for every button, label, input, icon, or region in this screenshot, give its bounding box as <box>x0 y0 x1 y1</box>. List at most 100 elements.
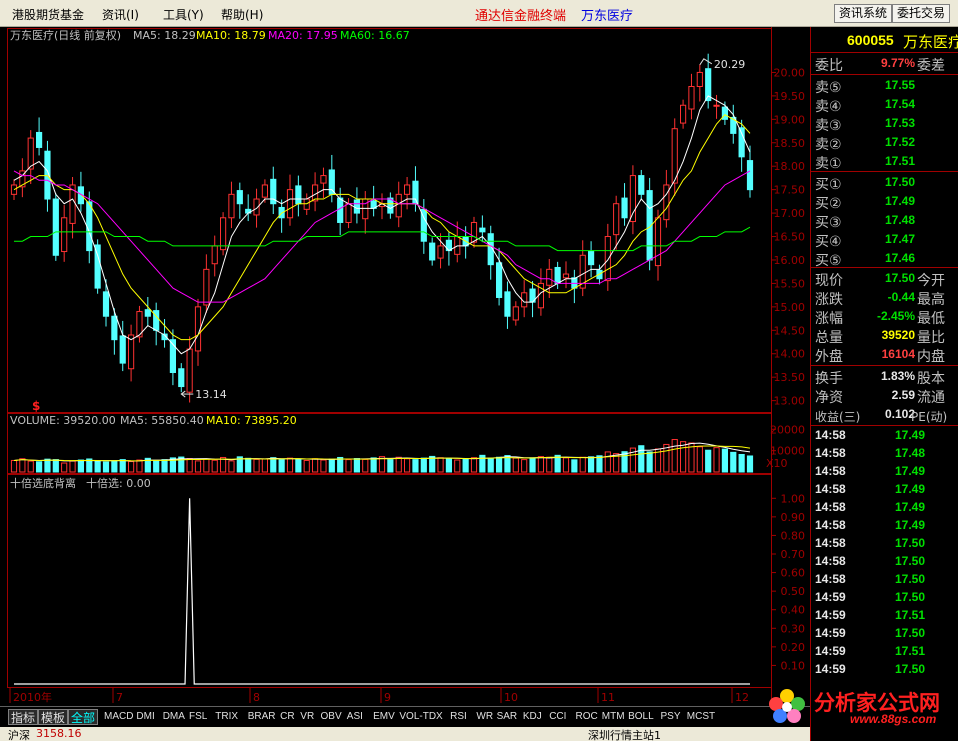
menu-info[interactable]: 资讯(I) <box>102 6 139 23</box>
status-bar: 沪深 3158.16 深圳行情主站1 <box>0 727 810 741</box>
tab-templates[interactable]: 模板 <box>38 709 69 725</box>
tab-vol-tdx[interactable]: VOL-TDX <box>399 709 442 725</box>
tab-roc[interactable]: ROC <box>576 709 598 725</box>
tab-obv[interactable]: OBV <box>321 709 342 725</box>
menu-bar: 港股期货基金 资讯(I) 工具(Y) 帮助(H) 通达信金融终端 万东医疗 资讯… <box>0 0 958 27</box>
tab-mcst[interactable]: MCST <box>687 709 715 725</box>
trade-button[interactable]: 委托交易 <box>892 4 951 23</box>
menu-hk-futures[interactable]: 港股期货基金 <box>12 6 84 23</box>
tick-price: 17.49 <box>895 482 926 496</box>
volume-bar <box>52 459 59 473</box>
tab-kdj[interactable]: KDJ <box>523 709 542 725</box>
tab-sar[interactable]: SAR <box>497 709 518 725</box>
tick-time: 14:58 <box>815 518 846 532</box>
chart-area[interactable]: 万东医疗(日线 前复权) MA5: 18.29 MA10: 18.79 MA20… <box>0 27 810 706</box>
tab-boll[interactable]: BOLL <box>628 709 654 725</box>
info-system-button[interactable]: 资讯系统 <box>834 4 893 23</box>
tick-time: 14:59 <box>815 608 846 622</box>
menu-help[interactable]: 帮助(H) <box>221 6 263 23</box>
y-tick-label: 19.00 <box>774 113 806 126</box>
sell-level-price: 17.55 <box>884 78 915 92</box>
sell-level-price: 17.52 <box>884 135 915 149</box>
volume-bar <box>69 460 76 473</box>
tab-indicators[interactable]: 指标 <box>8 709 39 725</box>
kline-y-axis: 20.00 19.50 19.00 18.50 18.00 17.50 17.00 16.50… <box>771 66 806 408</box>
volume-bar <box>245 457 252 473</box>
stat-label: 总量 <box>815 330 843 346</box>
tab-wr[interactable]: WR <box>476 709 493 725</box>
watermark-logo: 分析家公式网 www.88gs.com <box>762 684 958 728</box>
buy-level-price: 17.46 <box>884 251 915 265</box>
menu-tools[interactable]: 工具(Y) <box>163 6 204 23</box>
tab-cr[interactable]: CR <box>280 709 294 725</box>
stat2-value: 1.83% <box>880 369 915 383</box>
volume-bar <box>61 462 68 473</box>
candle-down <box>621 197 628 219</box>
stat-row: 涨跌 -0.44 最高 <box>811 288 958 308</box>
tick-price: 17.49 <box>895 428 926 442</box>
tick-price: 17.49 <box>895 500 926 514</box>
volume-bar <box>328 458 335 473</box>
tick-row: 14:59 17.50 <box>811 589 958 607</box>
tick-row: 14:58 17.49 <box>811 463 958 481</box>
y-tick-label: 18.00 <box>774 160 806 173</box>
tick-time: 14:58 <box>815 482 846 496</box>
tab-brar[interactable]: BRAR <box>248 709 276 725</box>
tab-emv[interactable]: EMV <box>373 709 395 725</box>
volume-bar <box>721 448 729 473</box>
tab-all[interactable]: 全部 <box>68 709 99 725</box>
tab-dma[interactable]: DMA <box>163 709 185 725</box>
volume-tick-label: 20000 <box>770 423 805 436</box>
x-tick-label: 12 <box>735 691 749 704</box>
tick-row: 14:58 17.48 <box>811 445 958 463</box>
sell-level-row: 卖⑤ 17.55 <box>811 76 958 96</box>
volume-bar <box>27 460 34 473</box>
tick-price: 17.50 <box>895 626 926 640</box>
volume-unit-label: X10 <box>766 457 788 470</box>
y-tick-label: 16.00 <box>774 254 806 267</box>
tab-asi[interactable]: ASI <box>347 709 363 725</box>
tick-row: 14:59 17.50 <box>811 625 958 643</box>
tab-psy[interactable]: PSY <box>661 709 681 725</box>
volume-bar <box>445 458 453 473</box>
tab-fsl[interactable]: FSL <box>189 709 207 725</box>
volume-bar <box>420 457 427 473</box>
stat2-value: 2.59 <box>891 388 915 402</box>
candle-up <box>679 104 687 124</box>
volume-bar <box>679 441 687 473</box>
volume-bar <box>746 455 754 473</box>
indicator-tick-label: 1.00 <box>781 492 806 505</box>
sell-level-row: 卖④ 17.54 <box>811 95 958 115</box>
volume-bar <box>696 446 703 473</box>
tab-vr[interactable]: VR <box>300 709 314 725</box>
volume-bar <box>345 459 352 473</box>
tab-mtm[interactable]: MTM <box>602 709 625 725</box>
stat2-label: 收益(三) <box>815 410 861 424</box>
tab-trix[interactable]: TRIX <box>215 709 238 725</box>
tick-price: 17.50 <box>895 536 926 550</box>
stat-row: 涨幅 -2.45% 最低 <box>811 307 958 327</box>
tick-price: 17.49 <box>895 464 926 478</box>
tab-dmi[interactable]: DMI <box>136 709 154 725</box>
ma5-line <box>13 95 751 355</box>
volume-bar <box>646 451 653 473</box>
tab-rsi[interactable]: RSI <box>450 709 467 725</box>
candle-down <box>504 291 511 317</box>
stat-row: 现价 17.50 今开 <box>811 269 958 289</box>
tick-row: 14:59 17.51 <box>811 643 958 661</box>
y-tick-label: 17.00 <box>774 207 806 220</box>
volume-bar <box>521 459 528 473</box>
tab-cci[interactable]: CCI <box>549 709 566 725</box>
volume-bar <box>370 457 377 473</box>
tick-time: 14:59 <box>815 662 846 676</box>
stat2-row: 净资 2.59 流通 <box>811 386 958 406</box>
candle-down <box>102 291 110 317</box>
volume-bar <box>119 459 126 473</box>
stat2-label-2: 股本 <box>917 371 945 387</box>
candle-up <box>211 245 218 265</box>
buy-level-price: 17.47 <box>884 232 915 246</box>
tab-macd[interactable]: MACD <box>104 709 133 725</box>
candle-up <box>546 268 553 286</box>
candle-down <box>587 251 595 266</box>
tick-time: 14:58 <box>815 428 846 442</box>
